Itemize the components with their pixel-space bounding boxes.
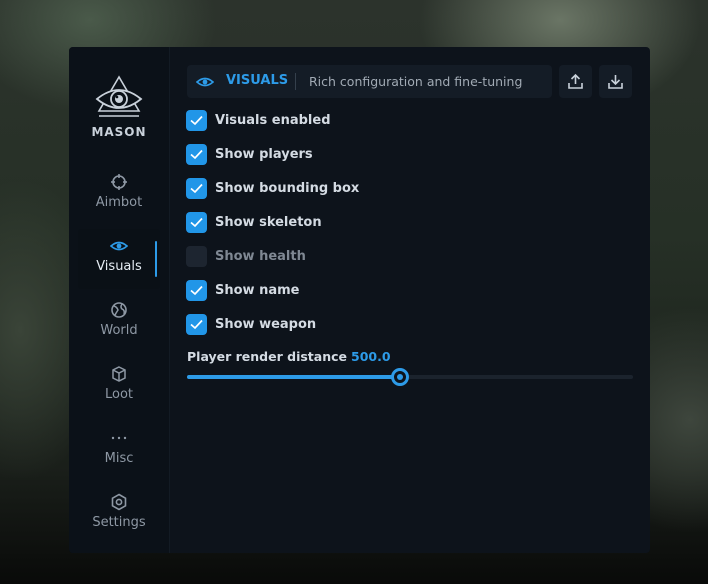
option-label: Show health — [215, 249, 306, 264]
globe-icon — [111, 302, 127, 318]
option-label: Visuals enabled — [215, 113, 331, 128]
sidebar-item-label: Misc — [104, 451, 134, 466]
upload-icon — [568, 73, 583, 89]
active-indicator — [155, 241, 157, 277]
sidebar-item-label: Loot — [104, 387, 134, 402]
settings-window: MASON Aimbot Visuals World Loot Misc Set… — [69, 47, 650, 553]
check-icon — [190, 183, 203, 194]
import-config-button[interactable] — [599, 65, 632, 98]
all-seeing-eye-icon — [95, 75, 143, 117]
checkbox[interactable] — [186, 246, 207, 267]
render-distance-slider[interactable] — [187, 368, 633, 386]
crosshair-icon — [111, 174, 127, 190]
option-label: Show weapon — [215, 317, 317, 332]
check-icon — [190, 149, 203, 160]
sidebar-item-settings[interactable]: Settings — [78, 485, 160, 545]
check-icon — [190, 115, 203, 126]
cube-icon — [112, 366, 126, 382]
header-divider — [295, 73, 296, 90]
option-label: Show skeleton — [215, 215, 322, 230]
eye-icon — [110, 241, 128, 251]
sidebar: MASON Aimbot Visuals World Loot Misc Set… — [69, 47, 170, 553]
checkbox[interactable] — [186, 110, 207, 131]
sidebar-item-aimbot[interactable]: Aimbot — [78, 165, 160, 225]
sidebar-item-label: World — [100, 323, 138, 338]
sidebar-item-visuals[interactable]: Visuals — [78, 229, 160, 289]
section-title: VISUALS — [226, 73, 289, 88]
brand-name: MASON — [91, 125, 147, 139]
sidebar-item-label: Aimbot — [95, 195, 143, 210]
download-icon — [608, 75, 623, 89]
render-distance-value: 500.0 — [351, 349, 391, 364]
gear-icon — [111, 493, 127, 511]
slider-fill — [187, 375, 400, 379]
sidebar-item-label: Settings — [92, 515, 146, 530]
sidebar-item-misc[interactable]: Misc — [78, 421, 160, 481]
ellipsis-icon — [111, 436, 127, 440]
checkbox[interactable] — [186, 280, 207, 301]
check-icon — [190, 319, 203, 330]
option-label: Show name — [215, 283, 300, 298]
slider-thumb[interactable] — [391, 368, 410, 386]
checkbox[interactable] — [186, 212, 207, 233]
render-distance-title: Player render distance — [187, 349, 347, 364]
checkbox[interactable] — [186, 144, 207, 165]
section-description: Rich configuration and fine-tuning — [309, 74, 523, 89]
eye-icon — [196, 77, 214, 87]
checkbox[interactable] — [186, 178, 207, 199]
option-label: Show players — [215, 147, 313, 162]
export-config-button[interactable] — [559, 65, 592, 98]
sidebar-item-loot[interactable]: Loot — [78, 357, 160, 417]
brand-logo: MASON — [69, 75, 169, 139]
sidebar-item-world[interactable]: World — [78, 293, 160, 353]
checkbox[interactable] — [186, 314, 207, 335]
check-icon — [190, 285, 203, 296]
render-distance-label: Player render distance 500.0 — [187, 349, 391, 364]
check-icon — [190, 217, 203, 228]
sidebar-item-label: Visuals — [96, 259, 142, 274]
section-header: VISUALS Rich configuration and fine-tuni… — [187, 65, 552, 98]
option-label: Show bounding box — [215, 181, 360, 196]
